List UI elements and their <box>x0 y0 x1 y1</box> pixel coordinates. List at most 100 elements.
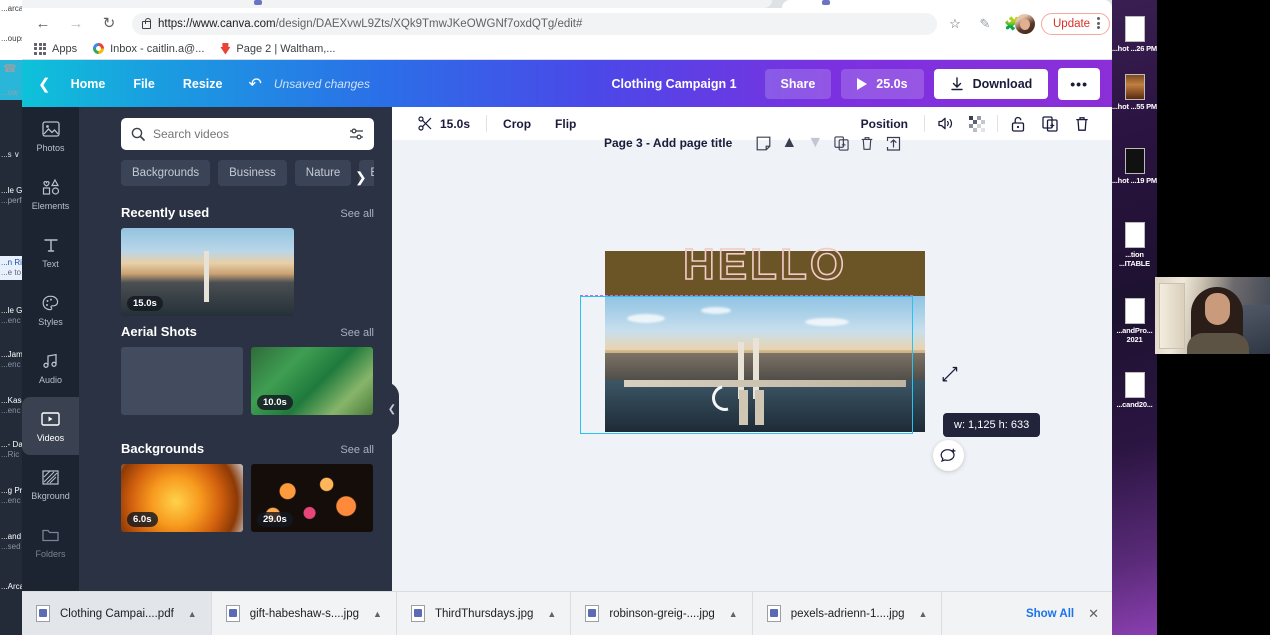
file-menu-button[interactable]: File <box>119 71 169 97</box>
bookmark-star-icon[interactable]: ☆ <box>947 16 963 32</box>
share-button[interactable]: Share <box>765 69 832 99</box>
video-thumbnail[interactable]: 29.0s <box>251 464 373 532</box>
video-thumbnail[interactable]: 15.0s <box>121 228 294 316</box>
see-all-link[interactable]: See all <box>340 208 374 220</box>
desktop-icon[interactable]: ...cand20... <box>1112 372 1157 409</box>
home-button[interactable]: Home <box>57 71 120 97</box>
search-input[interactable] <box>153 127 349 141</box>
chevron-up-icon[interactable]: ▲ <box>547 609 556 619</box>
chevron-right-icon[interactable]: ❯ <box>355 169 367 186</box>
see-all-link[interactable]: See all <box>340 327 374 339</box>
video-thumbnail[interactable]: 10.0s <box>251 347 373 415</box>
present-play-button[interactable]: 25.0s <box>841 69 923 99</box>
download-item[interactable]: Clothing Campai....pdf ▲ <box>22 592 212 635</box>
address-bar[interactable]: https://www.canva.com/design/DAEXvwL9Zts… <box>132 13 937 35</box>
duplicate-page-icon[interactable] <box>832 134 850 152</box>
search-videos-field[interactable] <box>121 118 374 150</box>
more-options-button[interactable]: ••• <box>1058 68 1100 100</box>
avatar[interactable] <box>1015 14 1035 34</box>
sidebar-item-label: Folders <box>35 549 65 559</box>
section-title: Recently used <box>121 205 209 220</box>
transparency-checker-icon[interactable] <box>964 111 990 137</box>
flip-button[interactable]: Flip <box>543 117 588 131</box>
download-item[interactable]: pexels-adrienn-1....jpg ▲ <box>753 592 943 635</box>
desktop-icon[interactable]: ...hot ...26 PM <box>1112 16 1157 53</box>
sidebar-item-label: Audio <box>39 375 62 385</box>
sidebar-item-background[interactable]: Bkground <box>22 455 79 513</box>
phone-icon: ☎ <box>3 62 17 75</box>
video-thumbnail[interactable] <box>121 347 243 415</box>
desktop-icon-label: ...hot ...55 PM <box>1112 102 1157 111</box>
selection-bounding-box[interactable] <box>580 296 913 434</box>
trash-icon[interactable] <box>858 134 876 152</box>
webcam-overlay <box>1155 277 1270 354</box>
page-title[interactable]: Page 3 - Add page title <box>604 136 732 150</box>
reload-icon[interactable]: ↻ <box>100 15 118 33</box>
bookmark-apps[interactable]: Apps <box>34 43 77 55</box>
export-page-icon[interactable] <box>884 134 902 152</box>
undo-arrow-icon[interactable]: ↶ <box>236 74 273 94</box>
desktop-icon[interactable]: ...tion ...ITABLE <box>1112 222 1157 268</box>
sidebar-item-elements[interactable]: Elements <box>22 165 79 223</box>
chevron-up-icon[interactable]: ▲ <box>188 609 197 619</box>
desktop-icon-label: ...tion ...ITABLE <box>1119 250 1150 268</box>
chip-nature[interactable]: Nature <box>295 160 352 186</box>
position-button[interactable]: Position <box>849 117 920 131</box>
sidebar-item-photos[interactable]: Photos <box>22 107 79 165</box>
video-thumbnail[interactable]: 6.0s <box>121 464 243 532</box>
sidebar-item-folders[interactable]: Folders <box>22 513 79 571</box>
trash-icon[interactable] <box>1069 111 1095 137</box>
browser-tab-active[interactable] <box>22 0 772 8</box>
download-item[interactable]: robinson-greig-....jpg ▲ <box>571 592 752 635</box>
trim-button[interactable]: 15.0s <box>406 116 482 131</box>
speaker-icon[interactable] <box>932 111 958 137</box>
show-all-downloads[interactable]: Show All <box>1026 608 1074 620</box>
resize-diagonal-icon[interactable]: ⟷ <box>936 360 964 388</box>
filter-sliders-icon[interactable] <box>349 127 364 141</box>
duplicate-icon[interactable] <box>1037 111 1063 137</box>
sidebar-item-styles[interactable]: Styles <box>22 281 79 339</box>
see-all-link[interactable]: See all <box>340 444 374 456</box>
chevron-down-icon[interactable]: ▼ <box>806 134 824 152</box>
download-item[interactable]: ThirdThursdays.jpg ▲ <box>397 592 571 635</box>
chevron-up-icon[interactable]: ▲ <box>729 609 738 619</box>
download-shelf: Clothing Campai....pdf ▲ gift-habeshaw-s… <box>22 591 1112 635</box>
forward-arrow-icon[interactable]: → <box>67 15 85 33</box>
desktop-icon[interactable]: ...hot ...19 PM <box>1112 148 1157 185</box>
back-arrow-icon[interactable]: ← <box>34 15 52 33</box>
panel-collapse-toggle[interactable]: ❮ <box>385 382 399 437</box>
close-icon[interactable]: ✕ <box>1088 606 1099 622</box>
chevron-up-icon[interactable]: ▲ <box>373 609 382 619</box>
sidebar-item-videos[interactable]: Videos <box>22 397 79 455</box>
update-button[interactable]: Update <box>1041 13 1110 35</box>
sticky-note-icon[interactable] <box>754 134 772 152</box>
hello-text-element[interactable]: HELLO <box>605 240 925 290</box>
styles-palette-icon <box>42 294 59 313</box>
bg-left-row: ...- Da <box>0 440 22 449</box>
chip-business[interactable]: Business <box>218 160 287 186</box>
design-title[interactable]: Clothing Campaign 1 <box>612 77 737 91</box>
download-button[interactable]: Download <box>934 69 1049 99</box>
pen-extension-icon[interactable]: ✎ <box>977 16 993 32</box>
bg-left-row: ...oups <box>0 34 22 43</box>
lock-open-icon[interactable] <box>1005 111 1031 137</box>
chevron-left-icon[interactable]: ❮ <box>38 75 57 93</box>
bookmark-inbox[interactable]: Inbox - caitlin.a@... <box>93 43 204 55</box>
add-comment-button[interactable] <box>933 440 964 471</box>
desktop-icon[interactable]: ...hot ...55 PM <box>1112 74 1157 111</box>
chevron-up-icon[interactable]: ▲ <box>919 609 928 619</box>
bg-left-row: ...Kaso <box>0 396 22 405</box>
sidebar-item-text[interactable]: Text <box>22 223 79 281</box>
desktop-icon[interactable]: ...andPro... 2021 <box>1112 298 1157 344</box>
resize-button[interactable]: Resize <box>169 71 237 97</box>
video-duration: 10.0s <box>257 395 293 410</box>
chrome-menu-icon[interactable] <box>1097 17 1100 31</box>
desktop-icon-thumb <box>1125 298 1145 324</box>
download-item[interactable]: gift-habeshaw-s....jpg ▲ <box>212 592 397 635</box>
crop-button[interactable]: Crop <box>491 117 543 131</box>
chevron-up-icon[interactable]: ▲ <box>780 134 798 152</box>
chip-backgrounds[interactable]: Backgrounds <box>121 160 210 186</box>
bookmark-page2[interactable]: Page 2 | Waltham,... <box>220 43 335 55</box>
browser-tab[interactable] <box>782 0 1112 8</box>
sidebar-item-audio[interactable]: Audio <box>22 339 79 397</box>
